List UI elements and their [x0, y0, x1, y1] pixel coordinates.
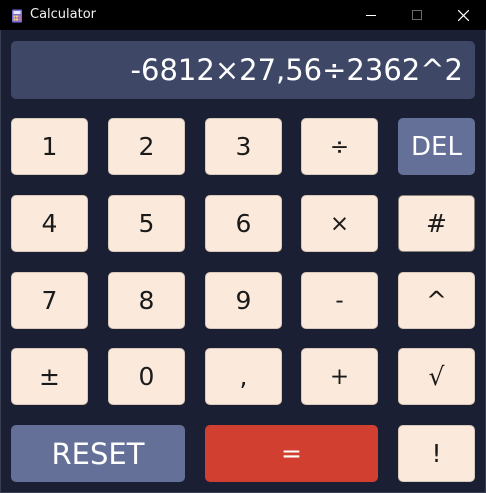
minimize-icon	[366, 15, 376, 16]
digit-3-button[interactable]: 3	[205, 118, 282, 175]
digit-5-button[interactable]: 5	[108, 195, 185, 252]
add-button[interactable]: +	[301, 348, 378, 405]
reset-button[interactable]: RESET	[11, 425, 185, 482]
equals-button[interactable]: =	[205, 425, 378, 482]
window-title: Calculator	[30, 7, 97, 22]
title-bar: Calculator	[0, 0, 486, 30]
plus-minus-button[interactable]: ±	[11, 348, 88, 405]
digit-0-button[interactable]: 0	[108, 348, 185, 405]
digit-8-button[interactable]: 8	[108, 272, 185, 329]
expression-display: -6812×27,56÷2362^2	[11, 41, 475, 99]
digit-1-button[interactable]: 1	[11, 118, 88, 175]
hash-button[interactable]: #	[398, 195, 475, 252]
digit-2-button[interactable]: 2	[108, 118, 185, 175]
power-button[interactable]: ^	[398, 272, 475, 329]
maximize-button[interactable]	[394, 0, 440, 30]
window-frame	[0, 30, 486, 493]
multiply-button[interactable]: ×	[301, 195, 378, 252]
decimal-comma-button[interactable]: ,	[205, 348, 282, 405]
divide-button[interactable]: ÷	[301, 118, 378, 175]
factorial-button[interactable]: !	[398, 425, 475, 482]
square-root-button[interactable]: √	[398, 348, 475, 405]
minimize-button[interactable]	[348, 0, 394, 30]
digit-7-button[interactable]: 7	[11, 272, 88, 329]
digit-9-button[interactable]: 9	[205, 272, 282, 329]
maximize-icon	[412, 10, 422, 20]
subtract-button[interactable]: -	[301, 272, 378, 329]
delete-button[interactable]: DEL	[398, 118, 475, 175]
close-button[interactable]	[440, 0, 486, 30]
digit-4-button[interactable]: 4	[11, 195, 88, 252]
digit-6-button[interactable]: 6	[205, 195, 282, 252]
close-icon	[457, 9, 469, 21]
calculator-app-icon	[11, 8, 23, 23]
